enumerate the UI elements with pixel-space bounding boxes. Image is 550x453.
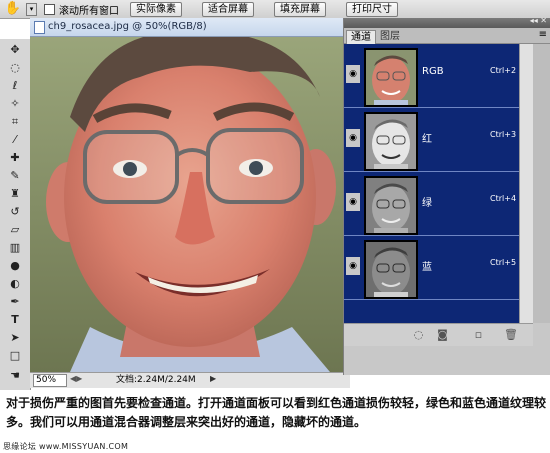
panel-footer: ◌ ◙ ▫ 🗑 [344, 323, 533, 346]
channel-thumbnail [364, 176, 418, 235]
panel-titlebar[interactable]: ◂◂ ✕ [344, 16, 550, 28]
status-nav-icon[interactable]: ◀▶ [70, 374, 82, 383]
channel-thumbnail [364, 112, 418, 171]
eraser-icon[interactable]: ▱ [4, 222, 26, 238]
visibility-eye-icon[interactable]: ◉ [346, 129, 360, 147]
save-selection-icon[interactable]: ◙ [436, 328, 449, 341]
document-title: ch9_rosacea.jpg @ 50%(RGB/8) [48, 21, 207, 32]
tab-layers[interactable]: 图层 [376, 30, 404, 43]
move-icon[interactable]: ✥ [4, 42, 26, 58]
toolbox: ✥ ◌ ℓ ✧ ⌗ ⁄ ✚ ✎ ♜ ↺ ▱ ▥ ● ◐ ✒ T ➤ □ ☚ [0, 39, 31, 390]
channel-shortcut: Ctrl+4 [490, 194, 517, 203]
panel-collapse-icon[interactable]: ◂◂ ✕ [530, 16, 547, 25]
pen-icon[interactable]: ✒ [4, 294, 26, 310]
delete-channel-icon[interactable]: 🗑 [504, 328, 518, 341]
hand-tool-icon[interactable]: ✋ [1, 0, 25, 18]
channel-row-blue[interactable]: ◉ 蓝 Ctrl+5 [344, 236, 519, 300]
channel-name: 绿 [422, 198, 432, 209]
brush-icon[interactable]: ✎ [4, 168, 26, 184]
print-size-button[interactable]: 打印尺寸 [346, 2, 398, 17]
actual-pixels-button[interactable]: 实际像素 [130, 2, 182, 17]
clone-stamp-icon[interactable]: ♜ [4, 186, 26, 202]
blur-icon[interactable]: ● [4, 258, 26, 274]
load-selection-icon[interactable]: ◌ [412, 328, 425, 341]
channel-name: RGB [422, 66, 444, 77]
channel-row-red[interactable]: ◉ 红 Ctrl+3 [344, 108, 519, 172]
channel-thumbnail [364, 240, 418, 299]
channel-shortcut: Ctrl+3 [490, 130, 517, 139]
marquee-icon[interactable]: ◌ [4, 60, 26, 76]
panel-gutter [533, 44, 550, 323]
watermark: 思缘论坛 www.MISSYUAN.COM [3, 442, 129, 451]
zoom-field[interactable]: 50% [33, 374, 67, 387]
type-icon[interactable]: T [4, 312, 26, 328]
panel-menu-icon[interactable]: ≡ [539, 29, 547, 40]
visibility-eye-icon[interactable]: ◉ [346, 193, 360, 211]
channel-name: 蓝 [422, 262, 432, 273]
lasso-icon[interactable]: ℓ [4, 78, 26, 94]
channel-shortcut: Ctrl+2 [490, 66, 517, 75]
scroll-all-windows-label: 滚动所有窗口 [59, 5, 119, 17]
crop-icon[interactable]: ⌗ [4, 114, 26, 130]
scroll-all-windows-checkbox[interactable]: 滚动所有窗口 [44, 2, 119, 17]
gradient-icon[interactable]: ▥ [4, 240, 26, 256]
checkbox-box[interactable] [44, 3, 55, 15]
magic-wand-icon[interactable]: ✧ [4, 96, 26, 112]
fit-screen-button[interactable]: 适合屏幕 [202, 2, 254, 17]
portrait-photo [30, 37, 343, 372]
fill-screen-button[interactable]: 填充屏幕 [274, 2, 326, 17]
channel-list: ◉ RGB Ctrl+2 ◉ 红 Ctrl+3 ◉ 绿 Ctrl+4 ◉ 蓝 C… [344, 44, 519, 323]
new-channel-icon[interactable]: ▫ [472, 328, 485, 341]
path-select-icon[interactable]: ➤ [4, 330, 26, 346]
tool-preset-dropdown[interactable]: ▾ [26, 3, 37, 16]
channel-row-green[interactable]: ◉ 绿 Ctrl+4 [344, 172, 519, 236]
document-size: 文档:2.24M/2.24M [116, 375, 196, 385]
eyedropper-icon[interactable]: ⁄ [4, 132, 26, 148]
hand-icon[interactable]: ☚ [4, 368, 26, 384]
panel-tabs: 通道 图层 ≡ [344, 28, 550, 44]
status-bar: 50% ◀▶ 文档:2.24M/2.24M ▶ [30, 372, 350, 388]
document-canvas[interactable] [30, 37, 343, 372]
options-bar: ✋ ▾ 滚动所有窗口 实际像素 适合屏幕 填充屏幕 打印尺寸 [0, 0, 550, 19]
channel-thumbnail [364, 48, 418, 107]
status-menu-arrow-icon[interactable]: ▶ [210, 374, 216, 383]
caption-text: 对于损伤严重的图首先要检查通道。打开通道面板可以看到红色通道损伤较轻，绿色和蓝色… [6, 396, 547, 429]
channel-shortcut: Ctrl+5 [490, 258, 517, 267]
document-icon [34, 21, 45, 34]
channel-row-rgb[interactable]: ◉ RGB Ctrl+2 [344, 44, 519, 108]
shape-icon[interactable]: □ [4, 348, 26, 364]
tab-channels[interactable]: 通道 [346, 30, 376, 44]
dodge-icon[interactable]: ◐ [4, 276, 26, 292]
healing-brush-icon[interactable]: ✚ [4, 150, 26, 166]
history-brush-icon[interactable]: ↺ [4, 204, 26, 220]
visibility-eye-icon[interactable]: ◉ [346, 65, 360, 83]
visibility-eye-icon[interactable]: ◉ [346, 257, 360, 275]
panel-scrollbar[interactable] [519, 44, 534, 323]
channels-panel: ◂◂ ✕ 通道 图层 ≡ ◉ RGB Ctrl+2 ◉ 红 Ctrl+3 ◉ 绿… [343, 16, 550, 375]
channel-name: 红 [422, 134, 432, 145]
